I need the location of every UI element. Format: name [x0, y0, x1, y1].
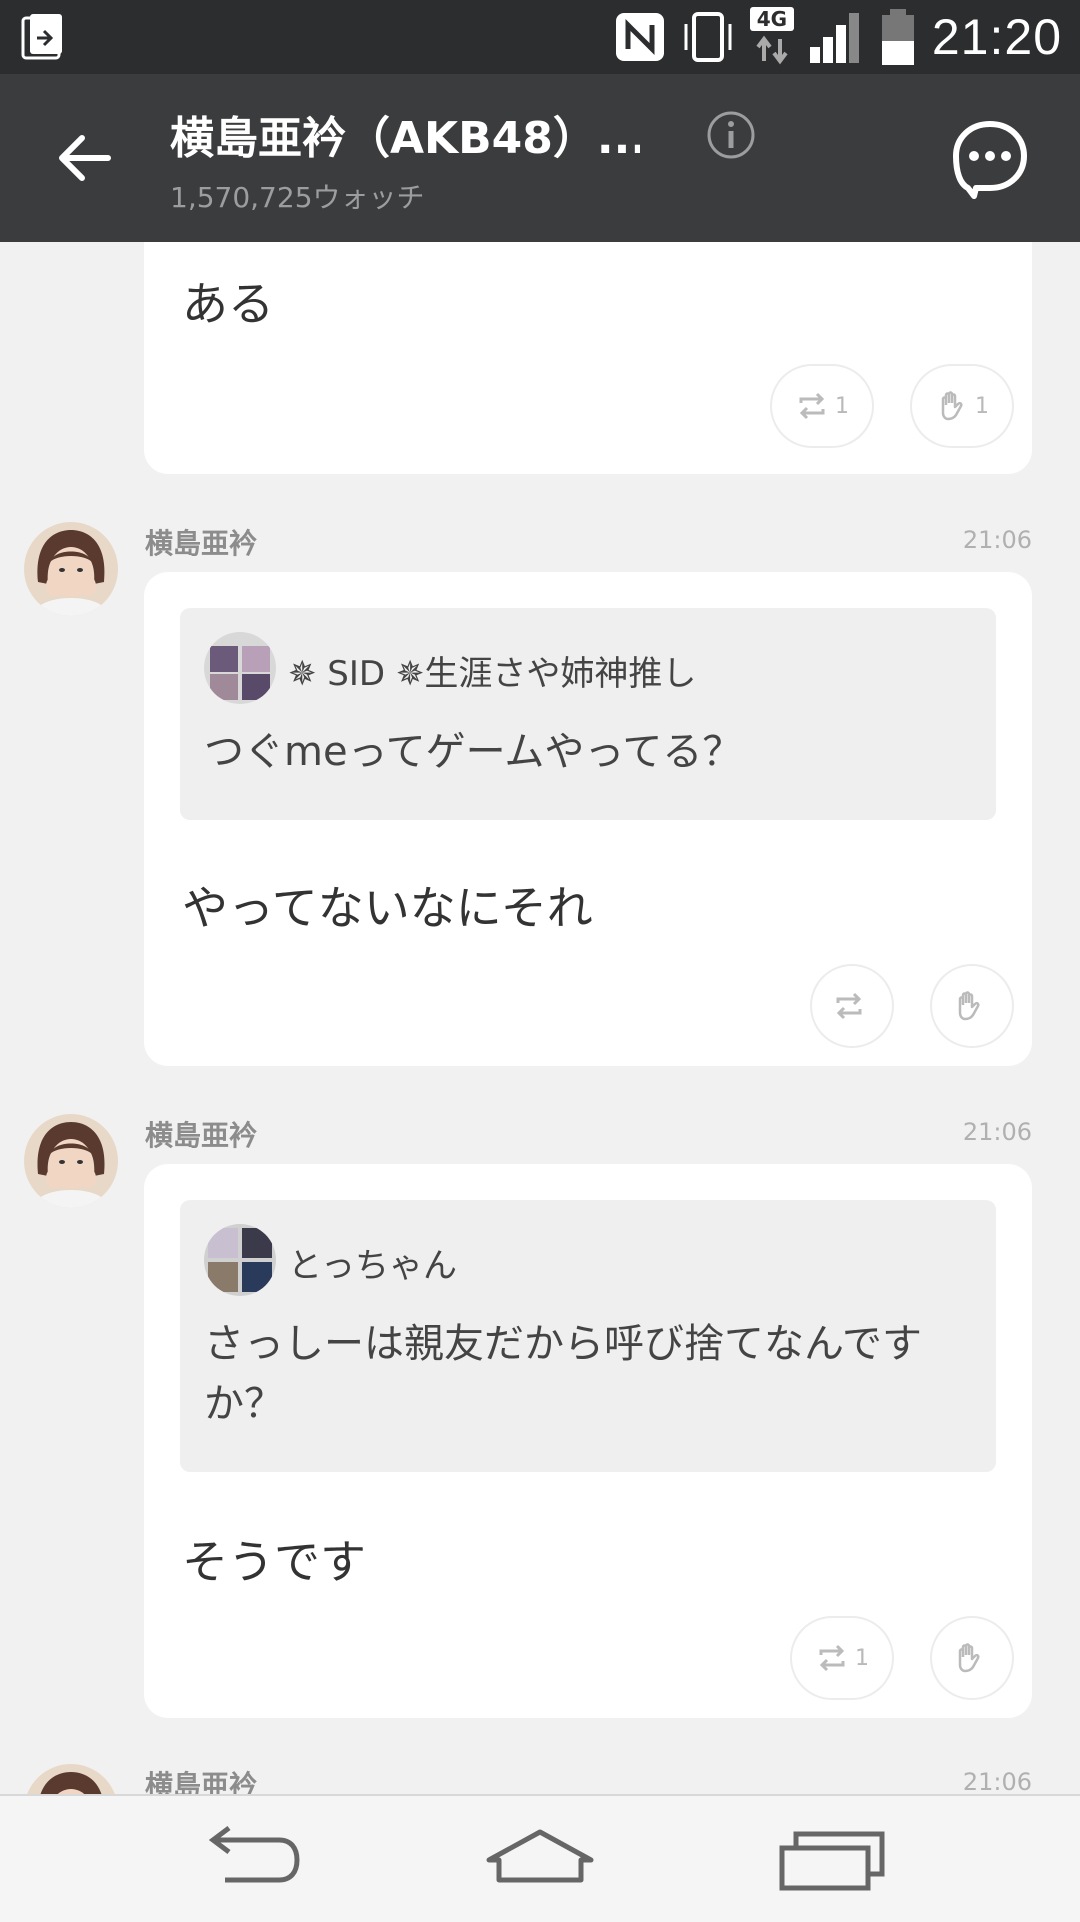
quote-avatar [204, 1224, 276, 1296]
network-label: 4G [749, 7, 794, 31]
status-time: 21:20 [931, 9, 1062, 65]
chat-header: 横島亜衿（AKB48）... 1,570,725ウォッチ [0, 74, 1080, 242]
message-card: ✵ SID ✵生涯さや姉神推し つぐmeってゲームやってる？ やってないなにそれ [144, 572, 1032, 1066]
vibrate-icon [684, 12, 732, 62]
like-button[interactable]: 1 [910, 364, 1014, 448]
repost-count: 1 [855, 1645, 869, 1671]
quote-text: さっしーは親友だから呼び捨てなんですか？ [204, 1321, 922, 1427]
repost-icon [819, 1644, 845, 1672]
message-actions: 1 [790, 1616, 1014, 1700]
like-button[interactable] [930, 964, 1014, 1048]
info-icon[interactable] [706, 110, 756, 160]
message-time: 21:06 [962, 1118, 1032, 1146]
quote-author: とっちゃん [288, 1246, 457, 1286]
like-count: 1 [975, 393, 989, 419]
quote-text: つぐmeってゲームやってる？ [204, 729, 743, 775]
like-button[interactable] [930, 1616, 1014, 1700]
sender-name: 横島亜衿 [145, 1769, 258, 1794]
repost-button[interactable]: 1 [770, 364, 874, 448]
nfc-icon [615, 13, 664, 61]
signal-icon [809, 13, 859, 63]
clap-hand-icon [958, 1643, 980, 1673]
message-text: そうです [182, 1535, 366, 1589]
sender-name: 横島亜衿 [145, 527, 258, 560]
sender-name: 横島亜衿 [145, 1119, 258, 1152]
watch-count: 1,570,725ウォッチ [170, 181, 425, 214]
app-switch-icon [21, 14, 62, 60]
repost-icon [799, 392, 825, 420]
avatar[interactable] [24, 1114, 118, 1208]
network-4g-icon: 4G [749, 7, 794, 67]
nav-recents-icon[interactable] [778, 1826, 888, 1892]
message-card: とっちゃん さっしーは親友だから呼び捨てなんですか？ そうです 1 [144, 1164, 1032, 1718]
quoted-question[interactable]: ✵ SID ✵生涯さや姉神推し つぐmeってゲームやってる？ [180, 608, 996, 820]
clap-hand-icon [958, 991, 980, 1021]
quote-avatar [204, 632, 276, 704]
message-card: ある 1 1 [144, 242, 1032, 474]
repost-icon [836, 992, 862, 1020]
repost-button[interactable]: 1 [790, 1616, 894, 1700]
nav-back-icon[interactable] [195, 1826, 305, 1892]
message-list[interactable]: ある 1 1 横島亜衿 21:06 ✵ SID ✵生涯さや姉神推し つぐmeって… [0, 242, 1080, 1794]
message-text: やってないなにそれ [182, 881, 593, 935]
message-text: ある [182, 277, 274, 331]
system-nav-bar [0, 1794, 1080, 1922]
nav-home-icon[interactable] [485, 1826, 595, 1892]
clap-hand-icon [941, 391, 963, 421]
avatar[interactable] [24, 522, 118, 616]
message-time: 21:06 [962, 1768, 1032, 1794]
repost-button[interactable] [810, 964, 894, 1048]
repost-count: 1 [835, 393, 849, 419]
message-actions [810, 964, 1014, 1048]
page-title: 横島亜衿（AKB48）... [170, 113, 640, 164]
avatar[interactable] [24, 1764, 118, 1794]
quote-author: ✵ SID ✵生涯さや姉神推し [288, 654, 697, 694]
back-arrow-icon[interactable] [54, 130, 114, 186]
quoted-question[interactable]: とっちゃん さっしーは親友だから呼び捨てなんですか？ [180, 1200, 996, 1472]
battery-icon [881, 9, 914, 65]
status-bar: 4G 21:20 [0, 0, 1080, 74]
message-time: 21:06 [962, 526, 1032, 554]
chat-bubble-icon[interactable] [950, 118, 1030, 200]
message-actions: 1 1 [770, 364, 1014, 448]
